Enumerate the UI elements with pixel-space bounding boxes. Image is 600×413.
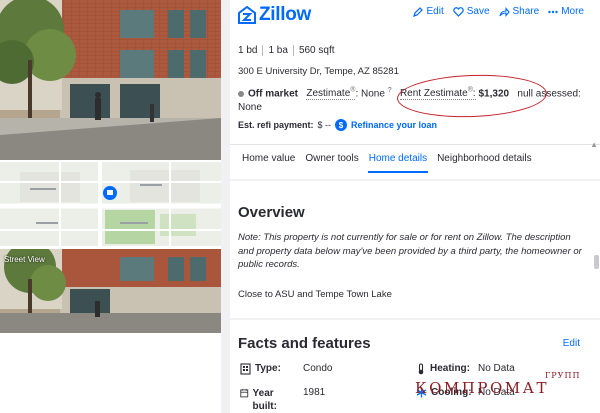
refi-value: $ -- <box>317 120 332 130</box>
save-label: Save <box>466 6 490 17</box>
more-icon <box>548 10 558 13</box>
calendar-icon <box>240 389 249 398</box>
refinance-link[interactable]: Refinance your loan <box>351 120 437 130</box>
baths-count: 1 ba <box>268 45 288 56</box>
zillow-logo-icon <box>238 6 256 24</box>
sqft-value: 560 sqft <box>298 45 335 56</box>
tab-home-value[interactable]: Home value <box>230 145 300 173</box>
save-button[interactable]: Save <box>452 6 490 17</box>
street-view-label[interactable]: Street View <box>4 255 45 264</box>
type-label: Type: <box>255 363 281 374</box>
logo-text: Zillow <box>259 4 312 25</box>
edit-button[interactable]: Edit <box>413 6 444 17</box>
overview-title: Overview <box>238 204 305 221</box>
divider <box>262 45 264 56</box>
share-label: Share <box>512 6 540 17</box>
zestimate-value: : None <box>355 88 385 100</box>
zillow-logo[interactable]: Zillow <box>238 4 311 26</box>
dollar-icon: $ <box>335 119 348 131</box>
zestimate-label[interactable]: Zestimate® <box>306 87 356 101</box>
pencil-icon <box>413 6 424 17</box>
refi-row: Est. refi payment: $ -- $ Refinance your… <box>238 119 437 131</box>
tab-neighborhood-details[interactable]: Neighborhood details <box>432 145 537 173</box>
help-icon[interactable]: ? <box>388 87 392 94</box>
assessed-value: None <box>238 102 262 114</box>
heart-icon <box>452 6 464 17</box>
property-photo-main[interactable] <box>0 0 221 160</box>
status-text: Off market <box>248 88 299 100</box>
scrollbar-thumb[interactable] <box>594 255 599 269</box>
watermark-small: ГРУПП <box>545 371 581 380</box>
beds-count: 1 bd <box>238 45 258 56</box>
header-actions: Edit Save Share More <box>413 6 584 17</box>
tab-owner-tools[interactable]: Owner tools <box>300 145 363 173</box>
more-label: More <box>561 6 584 17</box>
watermark-big: КОМПРОМАТ <box>415 379 549 397</box>
facts-edit-link[interactable]: Edit <box>563 338 580 349</box>
divider <box>292 45 294 56</box>
detail-tabs: Home value Owner tools Home details Neig… <box>230 144 600 173</box>
type-value: Condo <box>303 363 333 374</box>
tab-home-details[interactable]: Home details <box>364 145 432 173</box>
year-value: 1981 <box>303 387 326 398</box>
fact-type: Type: <box>240 363 281 375</box>
watermark: ГРУПП КОМПРОМАТ <box>415 371 579 397</box>
facts-title: Facts and features <box>238 335 371 352</box>
refi-label: Est. refi payment: <box>238 120 314 130</box>
scroll-up-arrow-icon[interactable]: ▲ <box>590 140 598 149</box>
more-button[interactable]: More <box>548 6 584 17</box>
share-icon <box>498 6 510 17</box>
property-address: 300 E University Dr, Tempe, AZ 85281 <box>238 66 399 77</box>
share-button[interactable]: Share <box>498 6 540 17</box>
property-map[interactable] <box>0 162 221 246</box>
year-label: Year built: <box>252 388 277 412</box>
status-dot-icon <box>238 90 244 97</box>
edit-label: Edit <box>426 6 444 17</box>
fact-year-built: Year built: <box>240 387 290 413</box>
details-panel: Zillow Edit Save Share More 1 bd 1 ba 56… <box>221 0 600 413</box>
overview-description: Close to ASU and Tempe Town Lake <box>238 289 392 300</box>
overview-note: Note: This property is not currently for… <box>238 232 582 270</box>
building-icon <box>240 363 251 375</box>
photo-gallery: Street View <box>0 0 221 413</box>
home-specs: 1 bd 1 ba 560 sqft <box>238 45 335 56</box>
